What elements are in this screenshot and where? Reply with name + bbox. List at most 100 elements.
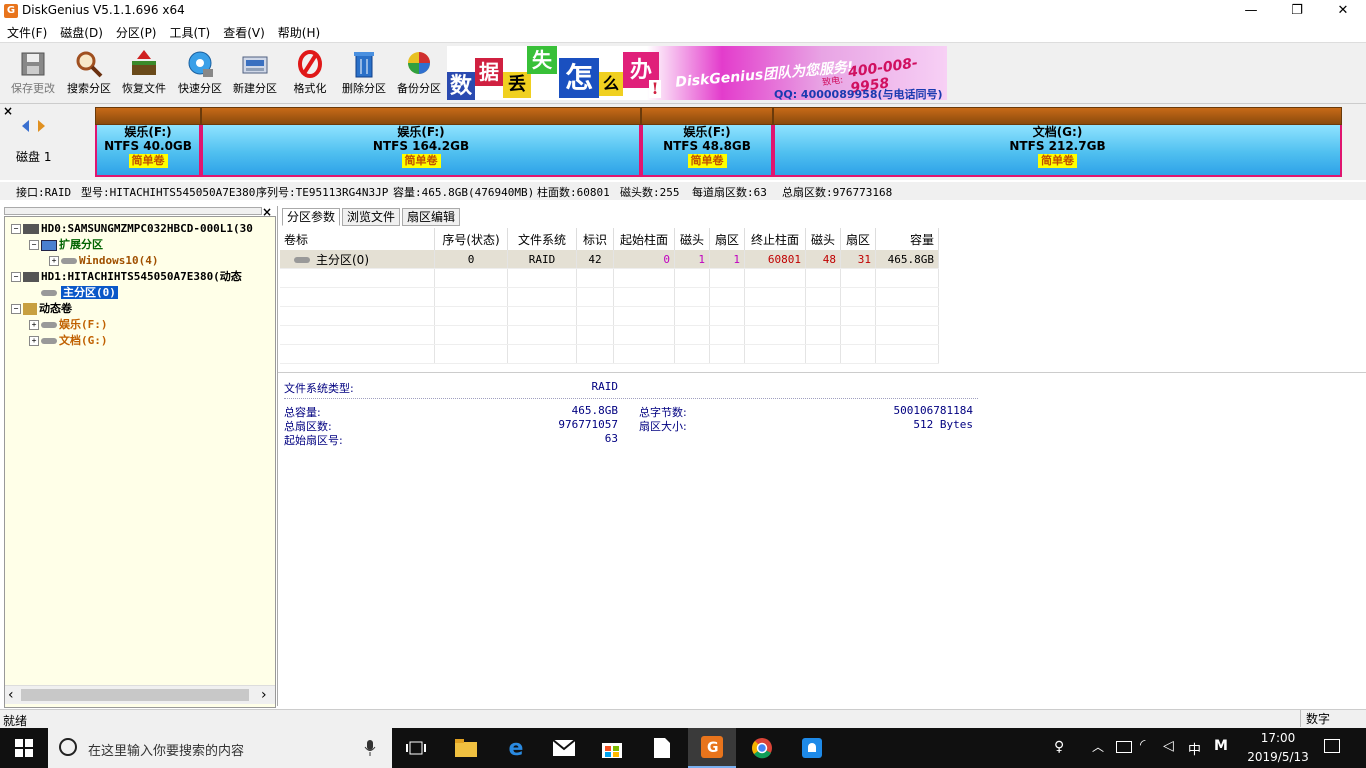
document-icon [654,738,670,758]
ime-mode-indicator[interactable]: M [1214,738,1228,754]
edge-button[interactable]: e [492,728,540,768]
save-changes-label: 保存更改 [11,82,55,95]
search-placeholder: 在这里输入你要搜索的内容 [88,744,245,759]
volume-icon[interactable]: ◁ [1163,738,1174,754]
wifi-icon[interactable]: ◜ [1140,737,1145,753]
tree-splitter[interactable] [4,207,262,215]
col-end-sector[interactable]: 扇区 [840,228,876,250]
col-end-head[interactable]: 磁头 [805,228,841,250]
prev-disk-icon[interactable] [22,120,29,132]
collapse-icon[interactable]: − [11,224,21,234]
taskbar-search-box[interactable]: 在这里输入你要搜索的内容 [48,728,392,768]
menu-help[interactable]: 帮助(H) [271,22,326,41]
partition-block-2[interactable]: 娱乐(F:) NTFS 164.2GB 简单卷 [201,107,641,179]
expand-icon[interactable]: + [49,256,59,266]
taskbar: 在这里输入你要搜索的内容 e G ♀ ︿ ◜ ◁ 中 M 17:00 2019/… [0,728,1366,768]
partition-body: 娱乐(F:) NTFS 48.8GB 简单卷 [641,125,773,177]
battery-icon[interactable] [1116,741,1132,753]
delete-partition-button[interactable]: 删除分区 [337,47,391,103]
collapse-icon[interactable]: − [11,304,21,314]
tree-node-dynamic[interactable]: − 动态卷 [11,301,72,317]
col-filesystem[interactable]: 文件系统 [507,228,577,250]
menu-bar: 文件(F) 磁盘(D) 分区(P) 工具(T) 查看(V) 帮助(H) [0,22,1366,42]
tree-node-windows10[interactable]: + Windows10(4) [49,253,158,269]
people-icon[interactable]: ♀ [1054,739,1064,755]
partition-block-1[interactable]: 娱乐(F:) NTFS 40.0GB 简单卷 [95,107,201,179]
menu-file[interactable]: 文件(F) [0,22,53,41]
partition-name: 文档(G:) [1032,125,1083,139]
col-end-cyl[interactable]: 终止柱面 [744,228,806,250]
partition-block-4[interactable]: 文档(G:) NTFS 212.7GB 简单卷 [773,107,1342,179]
tree-hscrollbar[interactable]: ‹ › [5,685,275,704]
chrome-button[interactable] [738,728,786,768]
menu-tools[interactable]: 工具(T) [163,22,217,41]
expand-icon[interactable]: + [29,320,39,330]
partition-block-3[interactable]: 娱乐(F:) NTFS 48.8GB 简单卷 [641,107,773,179]
cell-end-cyl: 60801 [744,250,806,269]
app-notify-button[interactable] [788,728,836,768]
col-start-cyl[interactable]: 起始柱面 [613,228,675,250]
tree-node-wendang[interactable]: + 文档(G:) [29,333,108,349]
col-start-head[interactable]: 磁头 [674,228,710,250]
tree-node-hd0[interactable]: − HD0:SAMSUNGMZMPC032HBCD-000L1(30 [11,221,253,237]
tree-node-primary-0[interactable]: 主分区(0) [41,285,118,301]
ime-indicator[interactable]: 中 [1188,739,1201,758]
diskgenius-taskbar-button[interactable]: G [688,728,736,768]
backup-pie-icon [408,52,430,74]
table-row[interactable]: 主分区(0) 0 RAID 42 0 1 1 60801 48 31 465.8… [280,250,939,269]
fs-type-label: 文件系统类型: [284,382,354,395]
col-volume-label[interactable]: 卷标 [280,228,435,250]
start-button[interactable] [0,728,48,768]
expand-icon[interactable]: + [29,336,39,346]
tab-partition-params[interactable]: 分区参数 [282,208,341,226]
col-index[interactable]: 序号(状态) [434,228,508,250]
col-id[interactable]: 标识 [576,228,614,250]
recover-files-button[interactable]: 恢复文件 [117,47,171,103]
collapse-icon[interactable]: − [29,240,39,250]
clock-time[interactable]: 17:00 [1246,731,1310,745]
microphone-icon[interactable] [364,740,376,756]
mail-button[interactable] [540,728,588,768]
store-button[interactable] [588,728,636,768]
search-partition-button[interactable]: 搜索分区 [62,47,116,103]
next-disk-icon[interactable] [38,120,45,132]
cell-capacity: 465.8GB [875,250,939,269]
collapse-icon[interactable]: − [11,272,21,282]
tree-node-extended[interactable]: − 扩展分区 [29,237,103,253]
tree-node-hd1[interactable]: − HD1:HITACHIHTS545050A7E380(动态 [11,269,242,285]
format-button[interactable]: 格式化 [283,47,337,103]
save-changes-button[interactable]: 保存更改 [6,47,60,103]
scroll-left-icon[interactable]: ‹ [8,687,14,703]
action-center-icon[interactable] [1324,739,1340,753]
banner-qq: QQ: 4000089958(与电话同号) [774,88,943,100]
file-explorer-button[interactable] [442,728,490,768]
task-view-button[interactable] [392,728,440,768]
fs-type-value: RAID [591,380,619,393]
new-partition-label: 新建分区 [233,82,277,95]
tab-sector-edit[interactable]: 扇区编辑 [402,208,461,226]
ad-banner[interactable]: 数 据 丢 失 怎 么 办 ! DiskGenius团队为您服务! 致电: 40… [447,46,947,100]
clock-date[interactable]: 2019/5/13 [1246,750,1310,764]
col-capacity[interactable]: 容量 [875,228,939,250]
backup-partition-button[interactable]: 备份分区 [392,47,446,103]
show-hidden-icons-chevron[interactable]: ︿ [1092,738,1104,755]
new-partition-button[interactable]: 新建分区 [228,47,282,103]
disk-tree: − HD0:SAMSUNGMZMPC032HBCD-000L1(30 − 扩展分区 … [4,216,276,708]
window-title: DiskGenius V5.1.1.696 x64 [22,3,185,17]
menu-view[interactable]: 查看(V) [216,22,271,41]
total-sectors-value: 976771057 [558,418,618,431]
maximize-button[interactable]: ❐ [1274,0,1320,22]
tab-browse-files[interactable]: 浏览文件 [342,208,401,226]
diskmap-close-icon[interactable]: × [3,104,13,118]
tree-scroll-thumb[interactable] [21,689,249,701]
quick-partition-button[interactable]: 快速分区 [173,47,227,103]
close-button[interactable]: ✕ [1320,0,1366,22]
notepad-button[interactable] [638,728,686,768]
minimize-button[interactable]: — [1228,0,1274,22]
menu-disk[interactable]: 磁盘(D) [53,22,109,41]
col-start-sector[interactable]: 扇区 [709,228,745,250]
menu-partition[interactable]: 分区(P) [109,22,163,41]
tree-node-yule[interactable]: + 娱乐(F:) [29,317,108,333]
partition-type: 简单卷 [687,154,727,168]
scroll-right-icon[interactable]: › [261,687,267,703]
